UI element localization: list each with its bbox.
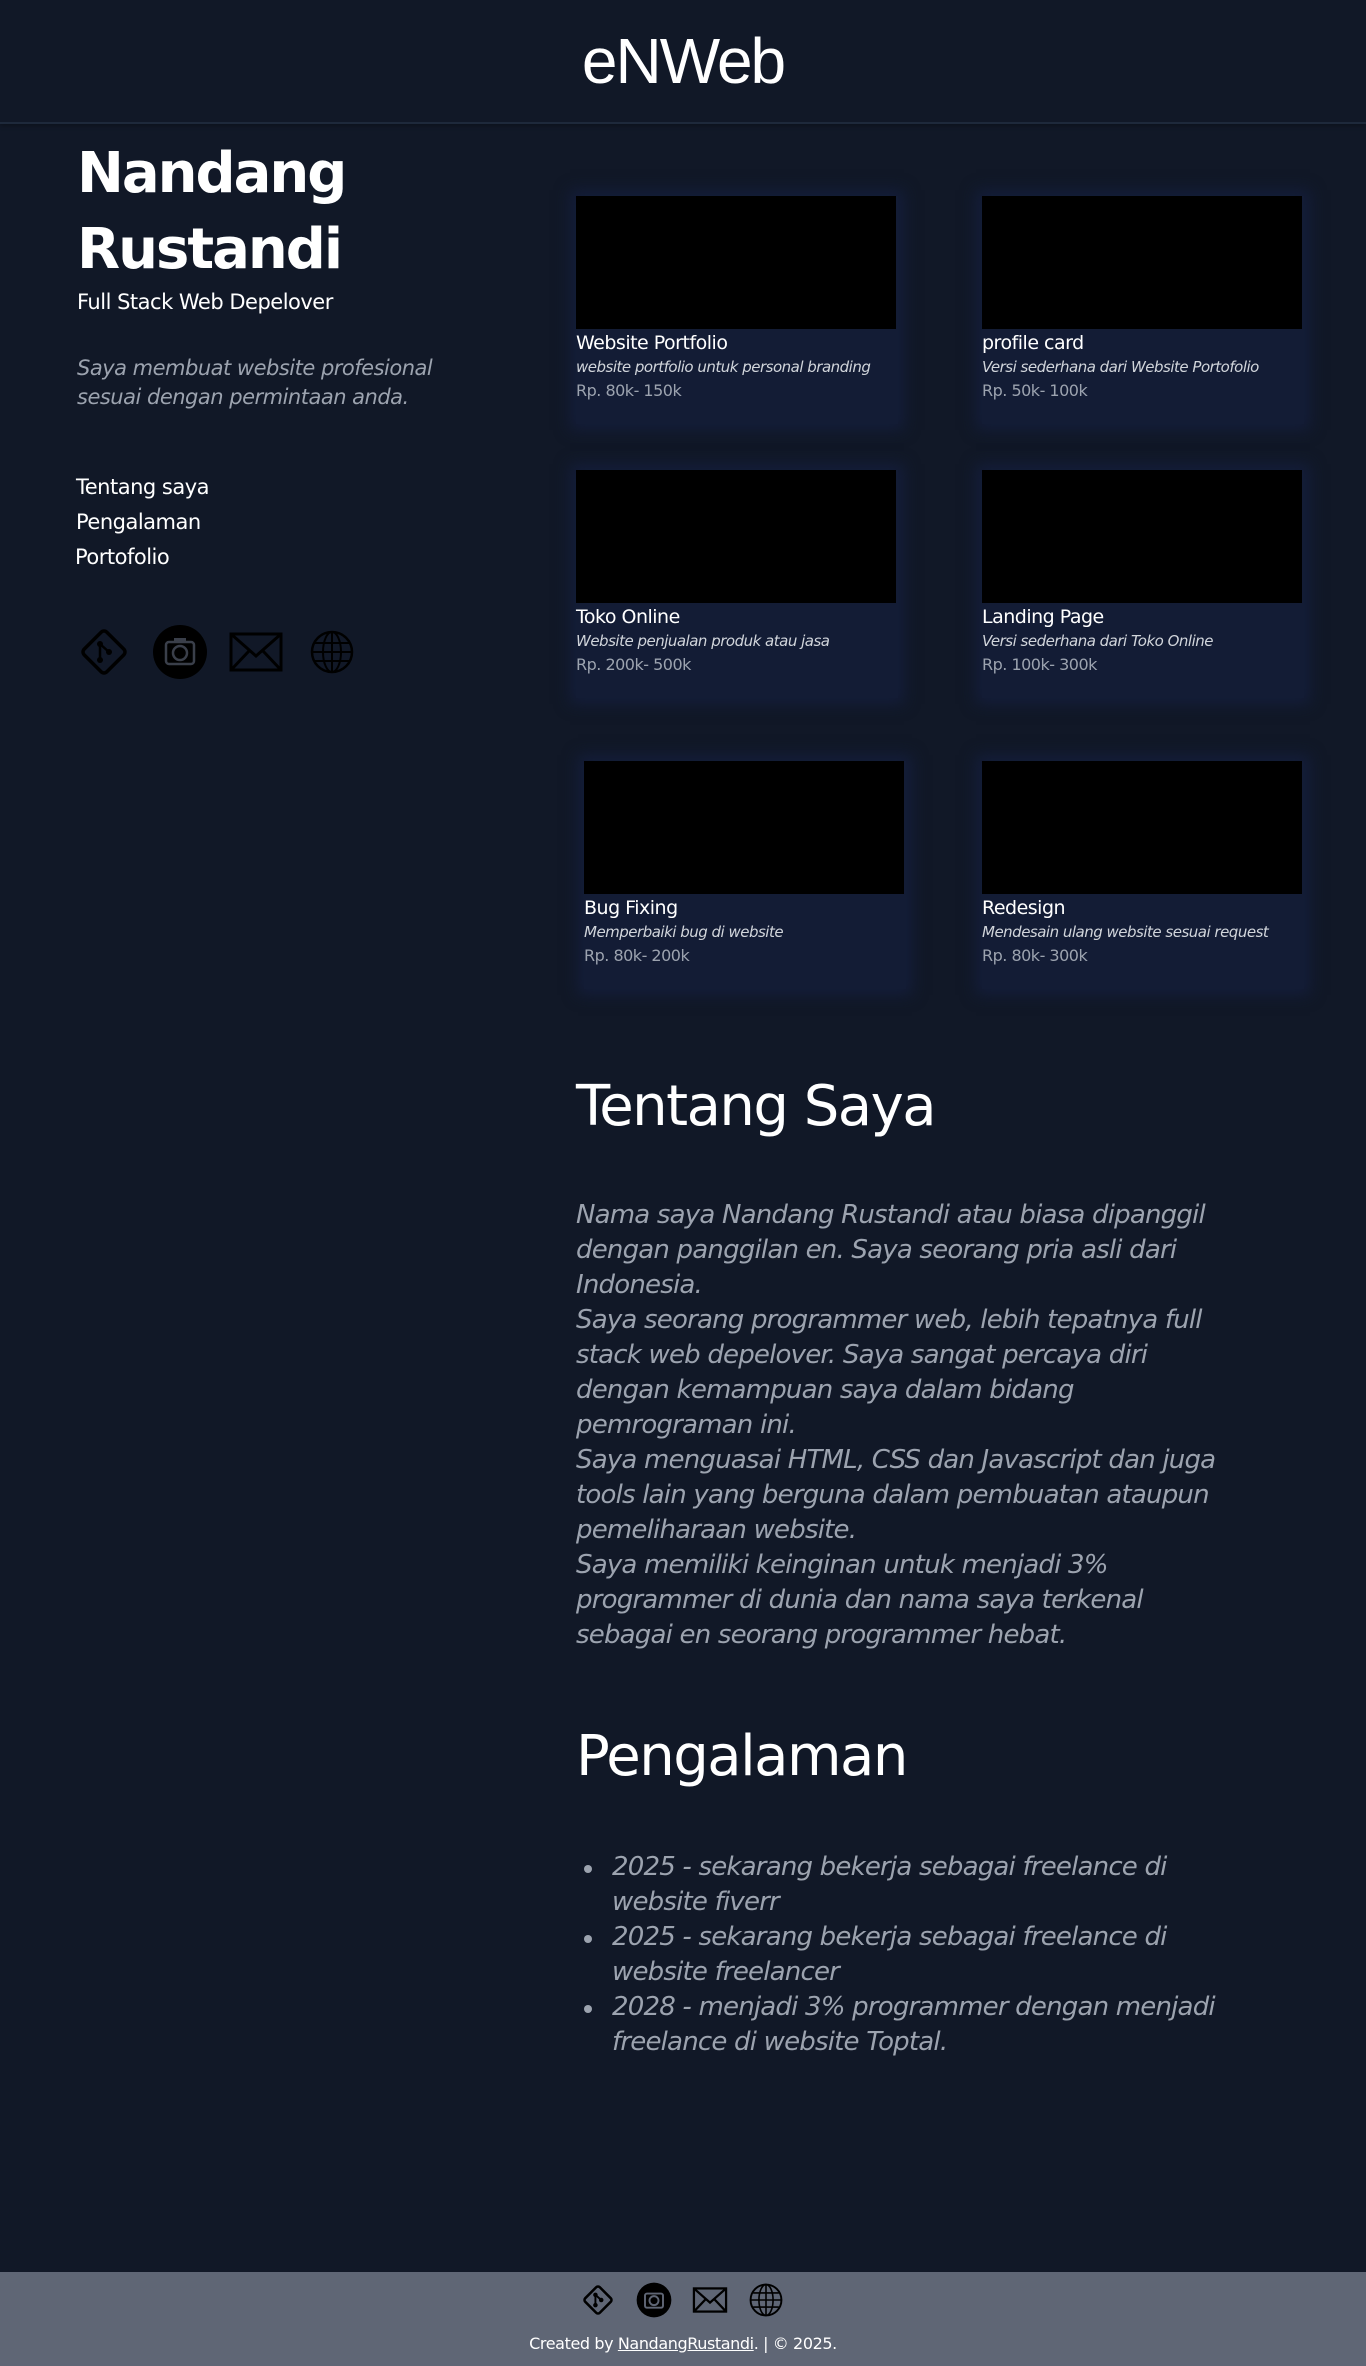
git-icon[interactable] — [76, 624, 132, 680]
globe-icon[interactable] — [748, 2282, 784, 2318]
about-paragraph: Nama saya Nandang Rustandi atau biasa di… — [576, 1200, 1206, 1300]
site-footer: Created by NandangRustandi. | © 2025. — [0, 2272, 1366, 2366]
experience-list: 2025 - sekarang bekerja sebagai freelanc… — [576, 1850, 1216, 2060]
experience-item: 2028 - menjadi 3% programmer dengan menj… — [576, 1990, 1216, 2060]
card-description: Versi sederhana dari Website Portofolio — [982, 358, 1259, 376]
git-icon[interactable] — [580, 2282, 616, 2318]
card-thumbnail — [982, 761, 1302, 894]
card-title: Landing Page — [982, 606, 1104, 628]
site-header: eNWeb — [0, 0, 1366, 124]
card-description: Mendesain ulang website sesuai request — [982, 923, 1269, 941]
experience-item: 2025 - sekarang bekerja sebagai freelanc… — [576, 1850, 1216, 1920]
card-title: profile card — [982, 332, 1084, 354]
card-description: Memperbaiki bug di website — [584, 923, 784, 941]
card-thumbnail — [584, 761, 904, 894]
credit-suffix: . | © 2025. — [753, 2334, 838, 2353]
card-title: Bug Fixing — [584, 897, 678, 919]
credit-prefix: Created by — [529, 2334, 618, 2353]
nav-link-pengalaman[interactable]: Pengalaman — [76, 505, 209, 540]
portfolio-card[interactable]: Landing Page Versi sederhana dari Toko O… — [982, 470, 1304, 698]
about-text: Nama saya Nandang Rustandi atau biasa di… — [576, 1198, 1236, 1653]
card-title: Toko Online — [576, 606, 680, 628]
brand-logo[interactable]: eNWeb — [582, 24, 786, 98]
card-description: Versi sederhana dari Toko Online — [982, 632, 1213, 650]
camera-icon[interactable] — [152, 624, 208, 680]
footer-social-links — [580, 2282, 784, 2318]
nav-link-tentang-saya[interactable]: Tentang saya — [76, 470, 210, 505]
profile-name: Nandang Rustandi — [77, 141, 347, 282]
mail-icon[interactable] — [692, 2282, 728, 2318]
experience-title: Pengalaman — [576, 1724, 908, 1789]
nav-link-portofolio[interactable]: Portofolio — [75, 540, 209, 575]
card-description: Website penjualan produk atau jasa — [576, 632, 830, 650]
side-nav: Tentang saya Pengalaman Portofolio — [75, 470, 210, 575]
portfolio-card[interactable]: Toko Online Website penjualan produk ata… — [576, 470, 898, 698]
mail-icon[interactable] — [228, 624, 284, 680]
card-thumbnail — [576, 470, 896, 603]
card-title: Website Portfolio — [576, 332, 728, 354]
card-price: Rp. 50k- 100k — [982, 381, 1088, 400]
card-thumbnail — [576, 196, 896, 329]
portfolio-card[interactable]: Website Portfolio website portfolio untu… — [576, 196, 898, 424]
card-price: Rp. 80k- 150k — [576, 381, 682, 400]
globe-icon[interactable] — [304, 624, 360, 680]
about-paragraph: Saya seorang programmer web, lebih tepat… — [576, 1305, 1203, 1440]
author-link[interactable]: NandangRustandi — [618, 2334, 754, 2353]
profile-tagline: Saya membuat website profesional sesuai … — [77, 356, 433, 409]
portfolio-card[interactable]: Bug Fixing Memperbaiki bug di website Rp… — [584, 761, 906, 989]
about-title: Tentang Saya — [576, 1074, 937, 1139]
camera-icon[interactable] — [636, 2282, 672, 2318]
card-thumbnail — [982, 470, 1302, 603]
card-thumbnail — [982, 196, 1302, 329]
footer-credit: Created by NandangRustandi. | © 2025. — [0, 2334, 1366, 2353]
about-paragraph: Saya memiliki keinginan untuk menjadi 3%… — [576, 1550, 1144, 1650]
profile-role: Full Stack Web Depelover — [77, 290, 333, 314]
social-links — [76, 624, 360, 680]
card-price: Rp. 80k- 200k — [584, 946, 690, 965]
card-price: Rp. 80k- 300k — [982, 946, 1088, 965]
card-price: Rp. 100k- 300k — [982, 655, 1097, 674]
card-description: website portfolio untuk personal brandin… — [576, 358, 871, 376]
portfolio-card[interactable]: Redesign Mendesain ulang website sesuai … — [982, 761, 1304, 989]
card-price: Rp. 200k- 500k — [576, 655, 691, 674]
about-paragraph: Saya menguasai HTML, CSS dan Javascript … — [576, 1445, 1216, 1545]
experience-item: 2025 - sekarang bekerja sebagai freelanc… — [576, 1920, 1216, 1990]
card-title: Redesign — [982, 897, 1066, 919]
portfolio-card[interactable]: profile card Versi sederhana dari Websit… — [982, 196, 1304, 424]
